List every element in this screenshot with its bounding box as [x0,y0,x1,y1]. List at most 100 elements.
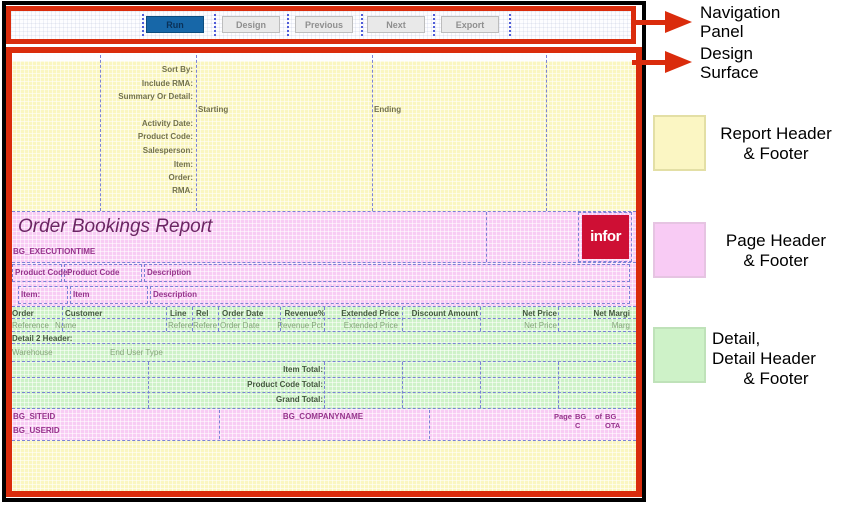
col-separator [192,307,193,331]
product-code-label: Product Code: [15,268,71,277]
nav-separator [142,14,144,36]
page-band-swatch [653,222,706,278]
callout-line: Surface [700,63,759,82]
col-rel: Rel [196,309,209,318]
prompt-include-rma: Include RMA: [141,79,193,88]
prompt-product-code: Product Code: [137,132,193,141]
band-divider [12,408,636,409]
field-net-price[interactable]: Net Price [485,321,557,330]
prompt-item: Item: [173,160,193,169]
of-label: of [594,412,603,421]
surface-margin [12,53,636,61]
prompt-order: Order: [168,173,193,182]
site-id-field[interactable]: BG_SITEID [13,412,55,421]
total-cell-separator [558,362,559,408]
current-page-field: BG_C [574,412,591,430]
field-rel-ref[interactable]: Refere [193,321,217,330]
detail-band-legend: Detail, Detail Header & Footer [712,329,840,389]
guide-line [372,55,373,211]
field-extended-price[interactable]: Extended Price [326,321,398,330]
navigation-panel: Run Design Previous Next Export [6,6,636,44]
design-arrow-icon [665,51,692,73]
product-code-total-label: Product Code Total: [247,380,323,389]
detail-band-swatch [653,327,706,383]
report-band-legend: Report Header & Footer [712,124,840,164]
navigation-panel-callout: Navigation Panel [700,3,780,41]
prompt-sort-by: Sort By: [161,65,193,74]
design-button[interactable]: Design [222,16,280,33]
company-name-field[interactable]: BG_COMPANYNAME [223,412,423,421]
field-name[interactable]: Name [55,321,76,330]
col-revenue-pct: Revenue% [284,309,325,318]
run-button[interactable]: Run [146,16,204,33]
design-surface: Sort By: Include RMA: Summary Or Detail:… [6,47,642,497]
design-surface-callout: Design Surface [700,44,759,82]
field-order-date[interactable]: Order Date [220,321,260,330]
col-discount-amount: Discount Amount [411,309,478,318]
item-description-cell[interactable] [150,286,630,304]
col-separator [324,307,325,331]
item-label: Item: [21,290,41,299]
design-arrow-shaft [632,60,668,65]
legend-line: & Footer [743,251,809,270]
next-button[interactable]: Next [367,16,425,33]
field-net-margin[interactable]: Marg [560,321,630,330]
previous-button[interactable]: Previous [295,16,353,33]
legend-line: Detail Header [712,349,816,368]
field-warehouse[interactable]: Warehouse [12,348,53,357]
total-cell-separator [402,362,403,408]
detail2-header-label: Detail 2 Header: [12,334,73,343]
field-line-ref[interactable]: Refere [168,321,192,330]
field-reference[interactable]: Reference [12,321,49,330]
field-end-user-type[interactable]: End User Type [110,348,163,357]
prompt-activity-date: Activity Date: [141,119,193,128]
total-cell-separator [148,362,149,408]
design-canvas: Sort By: Include RMA: Summary Or Detail:… [12,53,636,491]
item-description-field: Description [153,290,198,299]
total-pages-field: BG_OTA [605,412,621,430]
band-divider [12,211,636,212]
page-number-field[interactable]: Page BG_C of BG_OTA [554,412,634,430]
product-description-cell[interactable] [144,264,630,282]
callout-line: Navigation [700,3,781,22]
col-separator [218,307,219,331]
legend-line: Page Header [725,231,827,250]
nav-arrow-shaft [632,20,668,25]
legend-line: & Footer [743,144,809,163]
nav-separator [433,14,435,36]
prompt-salesperson: Salesperson: [142,146,193,155]
band-divider [12,262,636,263]
col-separator [480,307,481,331]
grand-total-label: Grand Total: [276,395,323,404]
export-button[interactable]: Export [441,16,499,33]
report-title[interactable]: Order Bookings Report [18,216,212,238]
item-total-label: Item Total: [283,365,323,374]
prompt-rma: RMA: [172,186,193,195]
col-order: Order [12,309,34,318]
row-divider [12,343,636,344]
nav-separator [509,14,511,36]
col-separator [166,307,167,331]
total-cell-separator [324,362,325,408]
execution-time-field[interactable]: BG_EXECUTIONTIME [13,247,95,256]
footer-separator [219,410,220,439]
band-divider [12,440,636,441]
guide-line [546,55,547,211]
callout-line: Panel [700,22,744,41]
nav-arrow-icon [665,11,692,33]
col-customer: Customer [65,309,103,318]
nav-separator [361,14,363,36]
col-separator [280,307,281,331]
starting-label: Starting [198,105,229,114]
field-revenue-pct[interactable]: Revenue Pct [263,321,323,330]
col-order-date: Order Date [222,309,264,318]
page-band-legend: Page Header & Footer [712,231,840,271]
infor-logo: infor [582,215,629,259]
guide-line [486,212,487,262]
guide-line [196,55,197,211]
logo-cell[interactable]: infor [578,212,632,262]
user-id-field[interactable]: BG_USERID [13,426,60,435]
col-net-margin: Net Margi [593,309,630,318]
row-divider [12,331,636,332]
page-label: Page [554,412,572,421]
